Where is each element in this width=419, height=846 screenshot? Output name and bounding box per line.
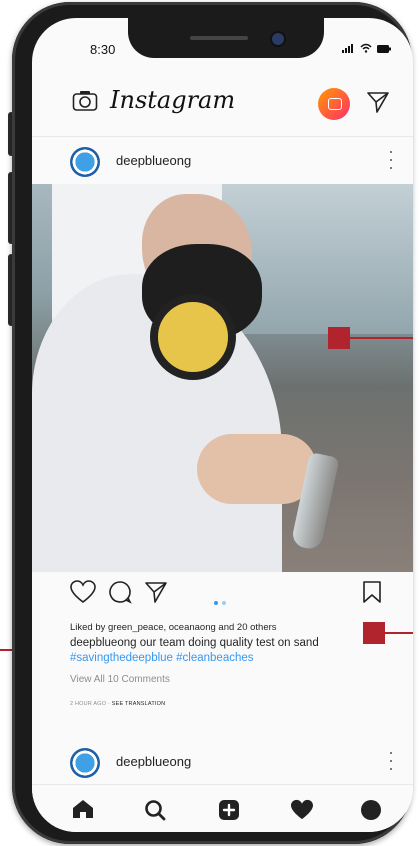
speaker — [190, 36, 248, 40]
next-post-username[interactable]: deepblueong — [116, 754, 191, 769]
annotation-marker — [363, 622, 385, 644]
status-icons — [342, 42, 391, 56]
carousel-dots — [212, 592, 228, 610]
camera-icon[interactable] — [72, 90, 98, 112]
phone-frame: 8:30 Instagram deepblueong · · · Liked b… — [12, 2, 413, 844]
front-camera — [270, 31, 286, 47]
time-ago: 2 HOUR AGO — [70, 701, 107, 707]
bookmark-icon[interactable] — [362, 580, 382, 604]
caption-username[interactable]: deepblueong — [70, 637, 137, 649]
add-post-icon[interactable] — [218, 799, 240, 821]
caption-text: our team doing quality test on sand — [136, 637, 319, 649]
caption: deepblueong our team doing quality test … — [70, 636, 380, 650]
direct-message-icon[interactable] — [366, 90, 390, 114]
search-icon[interactable] — [144, 799, 166, 821]
annotation-line — [350, 337, 413, 339]
signal-icon — [342, 44, 353, 53]
igtv-icon[interactable] — [318, 88, 350, 120]
more-options-icon[interactable]: · · · — [386, 743, 396, 777]
next-post-header: deepblueong · · · — [32, 740, 413, 786]
post-photo[interactable] — [32, 184, 413, 572]
photo-hand — [197, 434, 317, 504]
home-icon[interactable] — [72, 799, 94, 819]
post-header: deepblueong · · · — [32, 136, 413, 185]
carousel-dot — [222, 601, 226, 605]
hashtags[interactable]: #savingthedeepblue #cleanbeaches — [70, 652, 254, 664]
profile-icon[interactable] — [360, 799, 382, 821]
comment-icon[interactable] — [108, 580, 132, 604]
post-username[interactable]: deepblueong — [116, 153, 191, 168]
carousel-dot — [214, 601, 218, 605]
avatar[interactable] — [70, 147, 100, 177]
bottom-tab-bar — [32, 784, 413, 832]
see-translation-link[interactable]: SEE TRANSLATION — [112, 701, 166, 707]
screen: 8:30 Instagram deepblueong · · · Liked b… — [32, 18, 413, 832]
avatar[interactable] — [70, 748, 100, 778]
like-heart-icon[interactable] — [70, 580, 96, 604]
activity-heart-icon[interactable] — [290, 799, 314, 821]
annotation-marker — [328, 327, 350, 349]
share-icon[interactable] — [144, 580, 168, 604]
more-options-icon[interactable]: · · · — [386, 142, 396, 176]
annotation-line — [385, 632, 413, 634]
app-header: Instagram — [32, 70, 413, 128]
instagram-logo: Instagram — [110, 86, 236, 114]
status-time: 8:30 — [90, 42, 116, 57]
liked-by-text: Liked by green_peace, oceanaong and 20 o… — [70, 622, 277, 633]
battery-icon — [376, 45, 391, 53]
post-actions — [32, 574, 413, 614]
wifi-icon — [360, 43, 372, 53]
notch — [128, 18, 324, 58]
photo-mask-filter — [150, 294, 236, 380]
view-comments-link[interactable]: View All 10 Comments — [70, 674, 170, 685]
post-time: 2 HOUR AGO · SEE TRANSLATION — [70, 701, 166, 707]
